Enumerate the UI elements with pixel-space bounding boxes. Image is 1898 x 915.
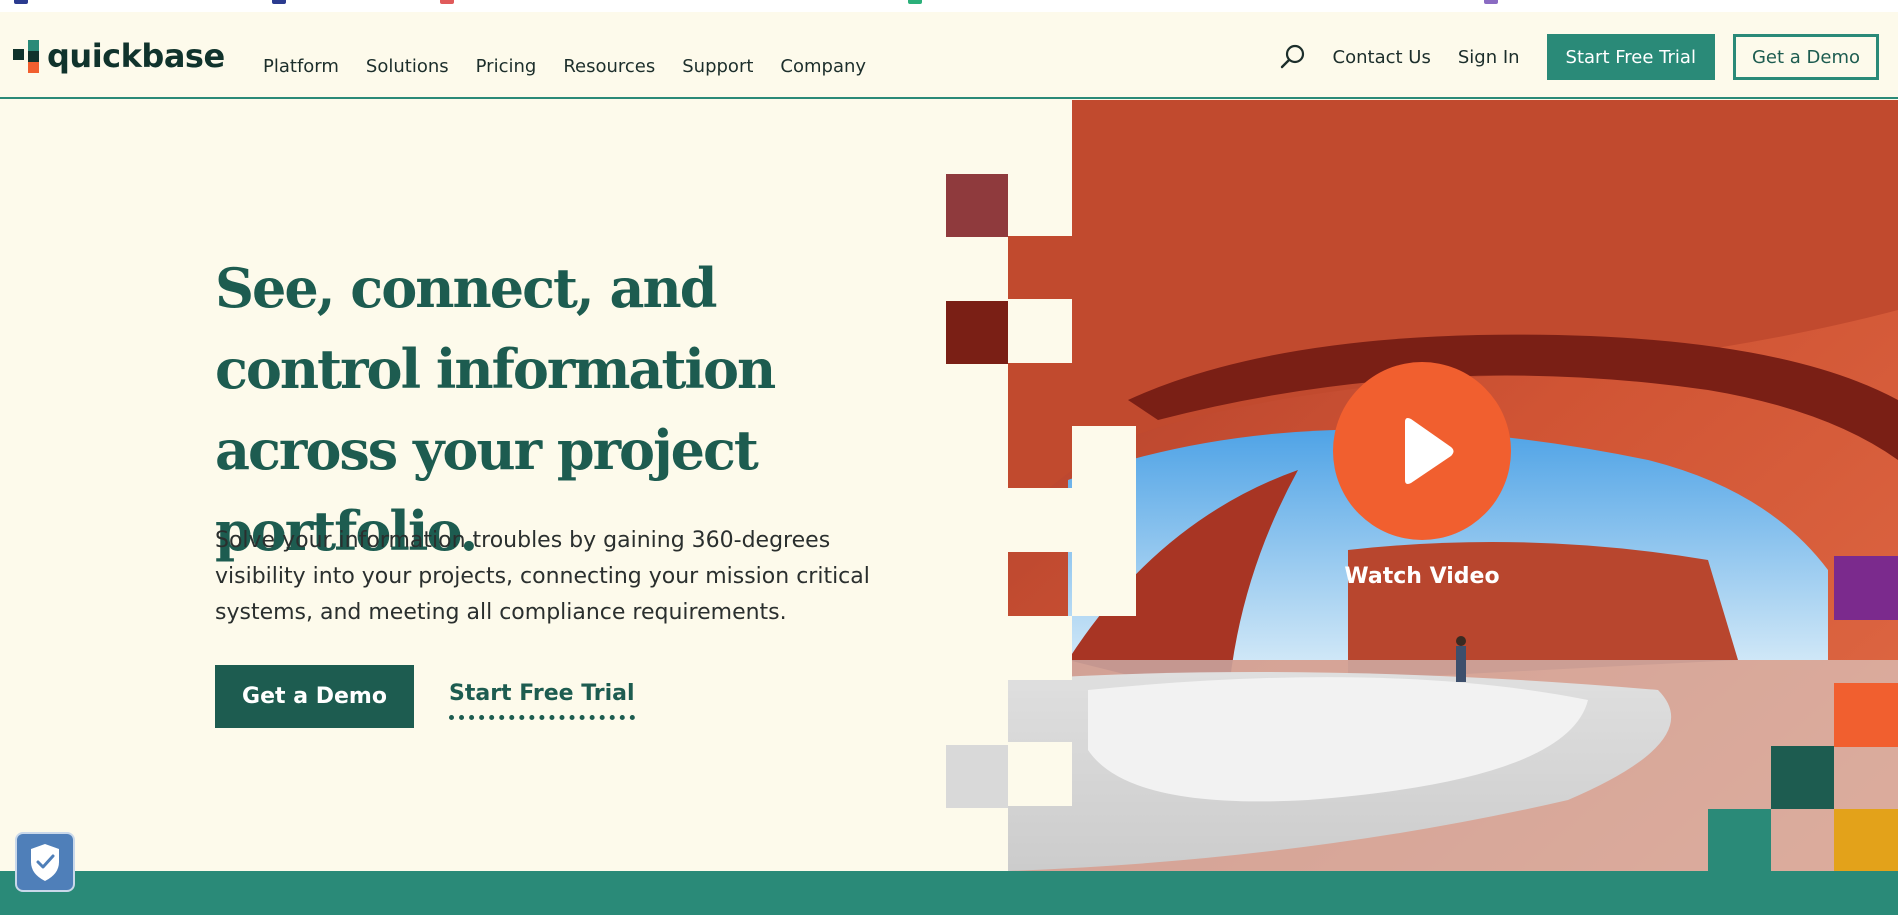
decor-tile bbox=[1708, 809, 1771, 871]
quickbase-logo[interactable]: quickbase bbox=[13, 37, 225, 75]
hero-subtitle: Solve your information troubles by gaini… bbox=[215, 528, 870, 625]
hero-get-demo-button[interactable]: Get a Demo bbox=[215, 665, 414, 728]
header-actions: Contact Us Sign In Start Free Trial Get … bbox=[1278, 34, 1898, 80]
decor-tile bbox=[1008, 488, 1072, 552]
decor-tile bbox=[1008, 299, 1072, 363]
menu-support[interactable]: Support bbox=[682, 56, 753, 77]
decor-tile bbox=[946, 174, 1008, 237]
play-icon bbox=[1405, 418, 1454, 484]
browser-top-strip bbox=[0, 0, 1898, 12]
menu-resources[interactable]: Resources bbox=[563, 56, 655, 77]
decor-tile bbox=[946, 301, 1008, 364]
decor-tile bbox=[1008, 100, 1072, 110]
decor-tile bbox=[1072, 488, 1136, 616]
menu-platform[interactable]: Platform bbox=[263, 56, 339, 77]
decor-tile bbox=[1834, 809, 1898, 871]
decor-tile bbox=[946, 745, 1008, 808]
play-video-button[interactable] bbox=[1333, 362, 1511, 540]
decor-tile bbox=[1771, 746, 1834, 809]
contact-us-link[interactable]: Contact Us bbox=[1333, 47, 1431, 68]
page-viewport: quickbase Platform Solutions Pricing Res… bbox=[0, 12, 1898, 915]
decor-tile bbox=[1008, 110, 1072, 236]
watch-video-label[interactable]: Watch Video bbox=[1305, 564, 1539, 589]
get-a-demo-button[interactable]: Get a Demo bbox=[1732, 34, 1879, 80]
menu-solutions[interactable]: Solutions bbox=[366, 56, 449, 77]
menu-pricing[interactable]: Pricing bbox=[476, 56, 537, 77]
menu-company[interactable]: Company bbox=[780, 56, 866, 77]
main-menu: Platform Solutions Pricing Resources Sup… bbox=[263, 56, 893, 77]
sign-in-link[interactable]: Sign In bbox=[1458, 47, 1520, 68]
decor-tile bbox=[1834, 556, 1898, 620]
site-header: quickbase Platform Solutions Pricing Res… bbox=[0, 12, 1898, 99]
start-free-trial-button[interactable]: Start Free Trial bbox=[1546, 34, 1715, 80]
decor-tile bbox=[1008, 616, 1072, 680]
logo-wordmark: quickbase bbox=[47, 37, 225, 75]
search-icon[interactable] bbox=[1278, 42, 1308, 72]
decor-tile bbox=[1008, 742, 1072, 806]
decor-tile bbox=[1834, 683, 1898, 747]
next-section-band bbox=[0, 871, 1898, 915]
logo-mark-icon bbox=[13, 40, 41, 73]
hero-start-trial-link[interactable]: Start Free Trial bbox=[449, 681, 635, 720]
shield-check-icon[interactable] bbox=[15, 832, 75, 892]
